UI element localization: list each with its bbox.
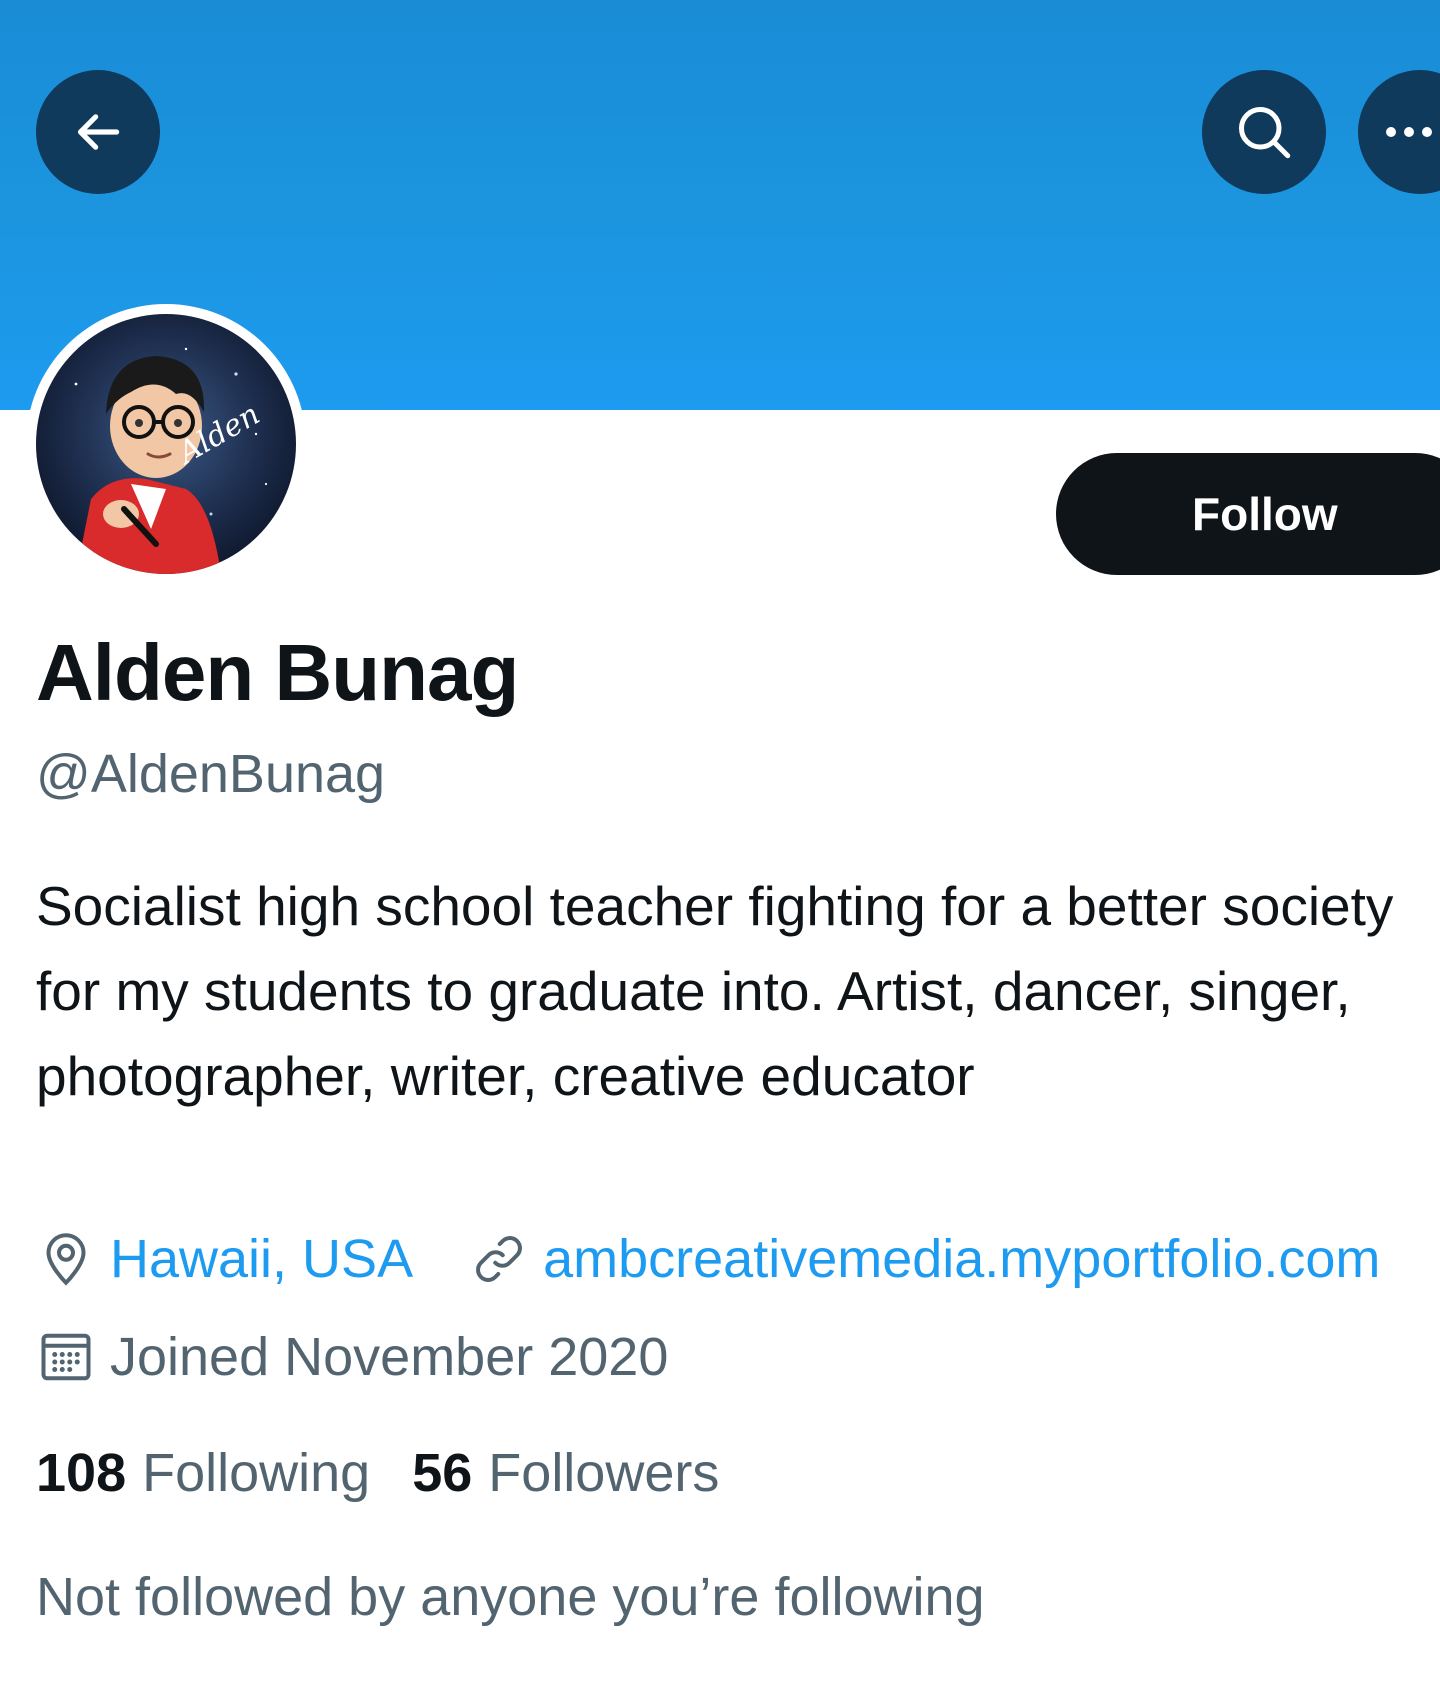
search-icon (1239, 107, 1291, 159)
follow-button[interactable]: Follow (1056, 453, 1440, 575)
mutual-followers-note: Not followed by anyone you’re following (36, 1567, 985, 1627)
arrow-left-icon (77, 114, 120, 150)
location-link[interactable]: Hawaii, USA (110, 1228, 413, 1290)
location-pin-icon (46, 1233, 86, 1286)
profile-meta-joined: Joined November 2020 (36, 1322, 668, 1392)
following-count: 108 (36, 1443, 127, 1503)
following-stat[interactable]: 108 Following (36, 1442, 370, 1504)
followers-count: 56 (412, 1443, 473, 1503)
joined-date: Joined November 2020 (110, 1327, 669, 1387)
following-label: Following (142, 1443, 371, 1503)
website-link[interactable]: ambcreativemedia.myportfolio.com (543, 1228, 1380, 1290)
followers-stat[interactable]: 56 Followers (412, 1442, 719, 1504)
more-horizontal-icon (1386, 127, 1432, 137)
back-button[interactable] (36, 70, 160, 194)
follow-button-label: Follow (1192, 488, 1338, 540)
avatar[interactable]: Alden (36, 314, 296, 574)
profile-meta-location-website: Hawaii, USA ambcreativemedia.myportfolio… (36, 1224, 1380, 1294)
user-handle: @AldenBunag (36, 744, 386, 804)
calendar-icon (41, 1333, 91, 1381)
follow-stats: 108 Following 56 Followers (36, 1438, 719, 1508)
display-name: Alden Bunag (36, 628, 519, 717)
link-icon (476, 1236, 523, 1282)
search-button[interactable] (1202, 70, 1326, 194)
avatar-illustration: Alden (36, 314, 296, 574)
followers-label: Followers (488, 1443, 720, 1503)
profile-bio: Socialist high school teacher fighting f… (36, 875, 1394, 1107)
